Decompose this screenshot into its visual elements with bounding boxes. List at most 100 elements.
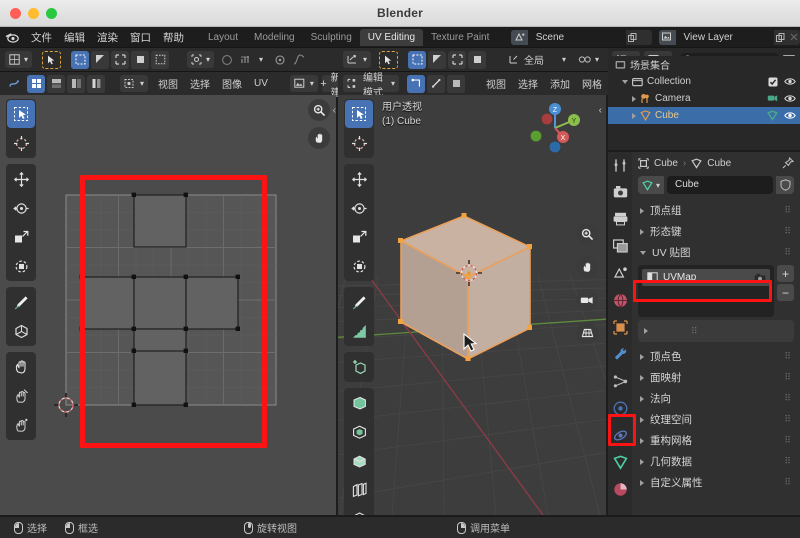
section-custom-properties[interactable]: 自定义属性 ⠿ (632, 472, 800, 493)
section-texture-space[interactable]: 纹理空间 ⠿ (632, 409, 800, 430)
camera-expand-triangle-icon[interactable] (632, 95, 636, 102)
view3d-snap-selector[interactable]: ▾ (574, 51, 603, 68)
menu-render[interactable]: 渲染 (91, 28, 124, 47)
view3d-select-vertex-button[interactable] (408, 50, 427, 69)
view3d-viewport[interactable]: 用户透视 (1) Cube Z Y X ‹ (338, 95, 606, 515)
uv-image-datablock-selector[interactable]: ▾ (289, 75, 318, 92)
view3d-ortho-persp-icon[interactable] (576, 322, 598, 344)
view3d-sidebar-toggle-icon[interactable]: ‹ (599, 105, 602, 116)
properties-tab-object[interactable] (611, 318, 629, 336)
uv-maps-expand-triangle-icon[interactable] (640, 250, 646, 255)
view3d-pan-icon[interactable] (576, 256, 598, 278)
uv-tool-rip-region[interactable] (7, 317, 35, 345)
uv-editor-mode-selector[interactable]: ▾ (120, 75, 149, 92)
uv-tool-rotate[interactable] (7, 194, 35, 222)
v3d-tool-rotate[interactable] (345, 194, 373, 222)
uv-map-item-uvmap[interactable]: UVMap (642, 269, 770, 286)
mesh-select-edge-button[interactable] (427, 74, 445, 93)
section-uv-maps[interactable]: UV 贴图 ⠿ (632, 242, 800, 263)
breadcrumb-object-label[interactable]: Cube (654, 158, 678, 169)
view3d-menu-add[interactable]: 添加 (544, 76, 576, 91)
face-maps-expand-triangle-icon[interactable] (640, 374, 644, 381)
uv-pan-icon[interactable] (308, 127, 330, 149)
properties-tab-render[interactable] (611, 183, 629, 201)
uv-tool-move[interactable] (7, 165, 35, 193)
properties-pin-icon[interactable] (782, 157, 794, 169)
uv-menu-uv[interactable]: UV (248, 78, 274, 89)
tab-layout[interactable]: Layout (200, 29, 246, 46)
texture-space-expand-triangle-icon[interactable] (640, 416, 644, 423)
menu-window[interactable]: 窗口 (124, 28, 157, 47)
remesh-expand-triangle-icon[interactable] (640, 437, 644, 444)
view3d-select-face-button[interactable] (448, 50, 467, 69)
v3d-tool-extrude-region[interactable] (345, 389, 373, 417)
view3d-tweak-mode-button[interactable] (379, 50, 399, 69)
mesh-datablock-browse-button[interactable]: ▾ (638, 176, 665, 194)
section-normals[interactable]: 法向 ⠿ (632, 388, 800, 409)
properties-tab-constraints[interactable] (611, 426, 629, 444)
uv-select-vertex-button[interactable] (71, 50, 90, 69)
properties-tab-particles[interactable] (611, 372, 629, 390)
uv-maps-extra-expand-triangle-icon[interactable] (644, 328, 648, 334)
view3d-menu-select[interactable]: 选择 (512, 76, 544, 91)
menu-file[interactable]: 文件 (25, 28, 58, 47)
properties-tab-data[interactable] (611, 453, 629, 471)
uv-tool-pinch[interactable] (7, 411, 35, 439)
view3d-menu-mesh[interactable]: 网格 (576, 76, 608, 91)
uvmode-island-button[interactable] (87, 74, 105, 93)
scene-name-field[interactable]: Scene (527, 29, 627, 45)
v3d-tool-transform[interactable] (345, 252, 373, 280)
shape-keys-expand-triangle-icon[interactable] (640, 228, 644, 235)
v3d-tool-annotate[interactable] (345, 288, 373, 316)
v3d-tool-bevel[interactable] (345, 447, 373, 475)
collection-expand-triangle-icon[interactable] (622, 79, 628, 84)
tab-uv-editing[interactable]: UV Editing (359, 28, 424, 46)
section-geometry-data[interactable]: 几何数据 ⠿ (632, 451, 800, 472)
view3d-menu-view[interactable]: 视图 (480, 76, 512, 91)
uv-select-island-button[interactable] (131, 50, 150, 69)
uv-tool-annotate[interactable] (7, 288, 35, 316)
uv-tool-relax[interactable] (7, 382, 35, 410)
uvmode-vertex-button[interactable] (27, 74, 45, 93)
v3d-tool-tweak[interactable] (345, 100, 373, 128)
section-vertex-colors[interactable]: 顶点色 ⠿ (632, 346, 800, 367)
fake-user-shield-icon[interactable] (776, 176, 794, 194)
section-remesh[interactable]: 重构网格 ⠿ (632, 430, 800, 451)
mesh-data-icon[interactable] (767, 110, 778, 121)
menu-edit[interactable]: 编辑 (58, 28, 91, 47)
collection-visibility-eye-icon[interactable] (784, 77, 796, 86)
delete-scene-button[interactable]: x-icon (639, 29, 653, 45)
scene-selector[interactable]: Scene x-icon (511, 29, 653, 45)
cube-visibility-eye-icon[interactable] (784, 111, 796, 120)
uv-map-render-camera-icon[interactable] (754, 273, 766, 283)
view3d-transform-pivot-selector[interactable]: ▾ (343, 51, 372, 68)
camera-visibility-eye-icon[interactable] (784, 94, 796, 103)
uv-select-face-button[interactable] (111, 50, 130, 69)
uv-tool-scale[interactable] (7, 223, 35, 251)
uv-menu-select[interactable]: 选择 (184, 76, 216, 91)
tab-sculpting[interactable]: Sculpting (303, 29, 360, 46)
v3d-tool-cursor[interactable] (345, 129, 373, 157)
new-view-layer-button[interactable] (774, 29, 788, 45)
new-scene-button[interactable] (626, 29, 640, 45)
view3d-camera-icon[interactable] (576, 289, 598, 311)
view3d-mode-selector[interactable]: 编辑模式 ▾ (343, 73, 399, 99)
delete-view-layer-button[interactable] (787, 29, 800, 45)
mesh-select-face-button[interactable] (447, 74, 465, 93)
uvmode-face-button[interactable] (67, 74, 85, 93)
section-vertex-groups[interactable]: 顶点组 ⠿ (632, 200, 800, 221)
uv-select-sticky-button[interactable] (151, 50, 170, 69)
properties-tab-scene[interactable] (611, 264, 629, 282)
uv-editor-type-selector[interactable]: ▾ (5, 51, 33, 68)
view-layer-name-field[interactable]: View Layer (675, 29, 775, 45)
view3d-select-through-button[interactable] (468, 50, 487, 69)
vertex-colors-expand-triangle-icon[interactable] (640, 353, 644, 360)
uv-sidebar-toggle-icon[interactable]: ‹ (333, 105, 336, 116)
uv-falloff-curve-icon[interactable] (290, 51, 307, 68)
properties-tab-modifier[interactable] (611, 345, 629, 363)
transform-orientation-selector[interactable]: 全局 ▾ (504, 51, 570, 68)
properties-panel[interactable]: Cube › Cube ▾ Cube 顶点组 ⠿ 形态键 ⠿ UV 贴图 ⠿ U… (608, 152, 800, 515)
section-face-maps[interactable]: 面映射 ⠿ (632, 367, 800, 388)
properties-tab-view-layer[interactable] (611, 237, 629, 255)
outliner-row-scene-collection[interactable]: 场景集合 (608, 56, 800, 73)
